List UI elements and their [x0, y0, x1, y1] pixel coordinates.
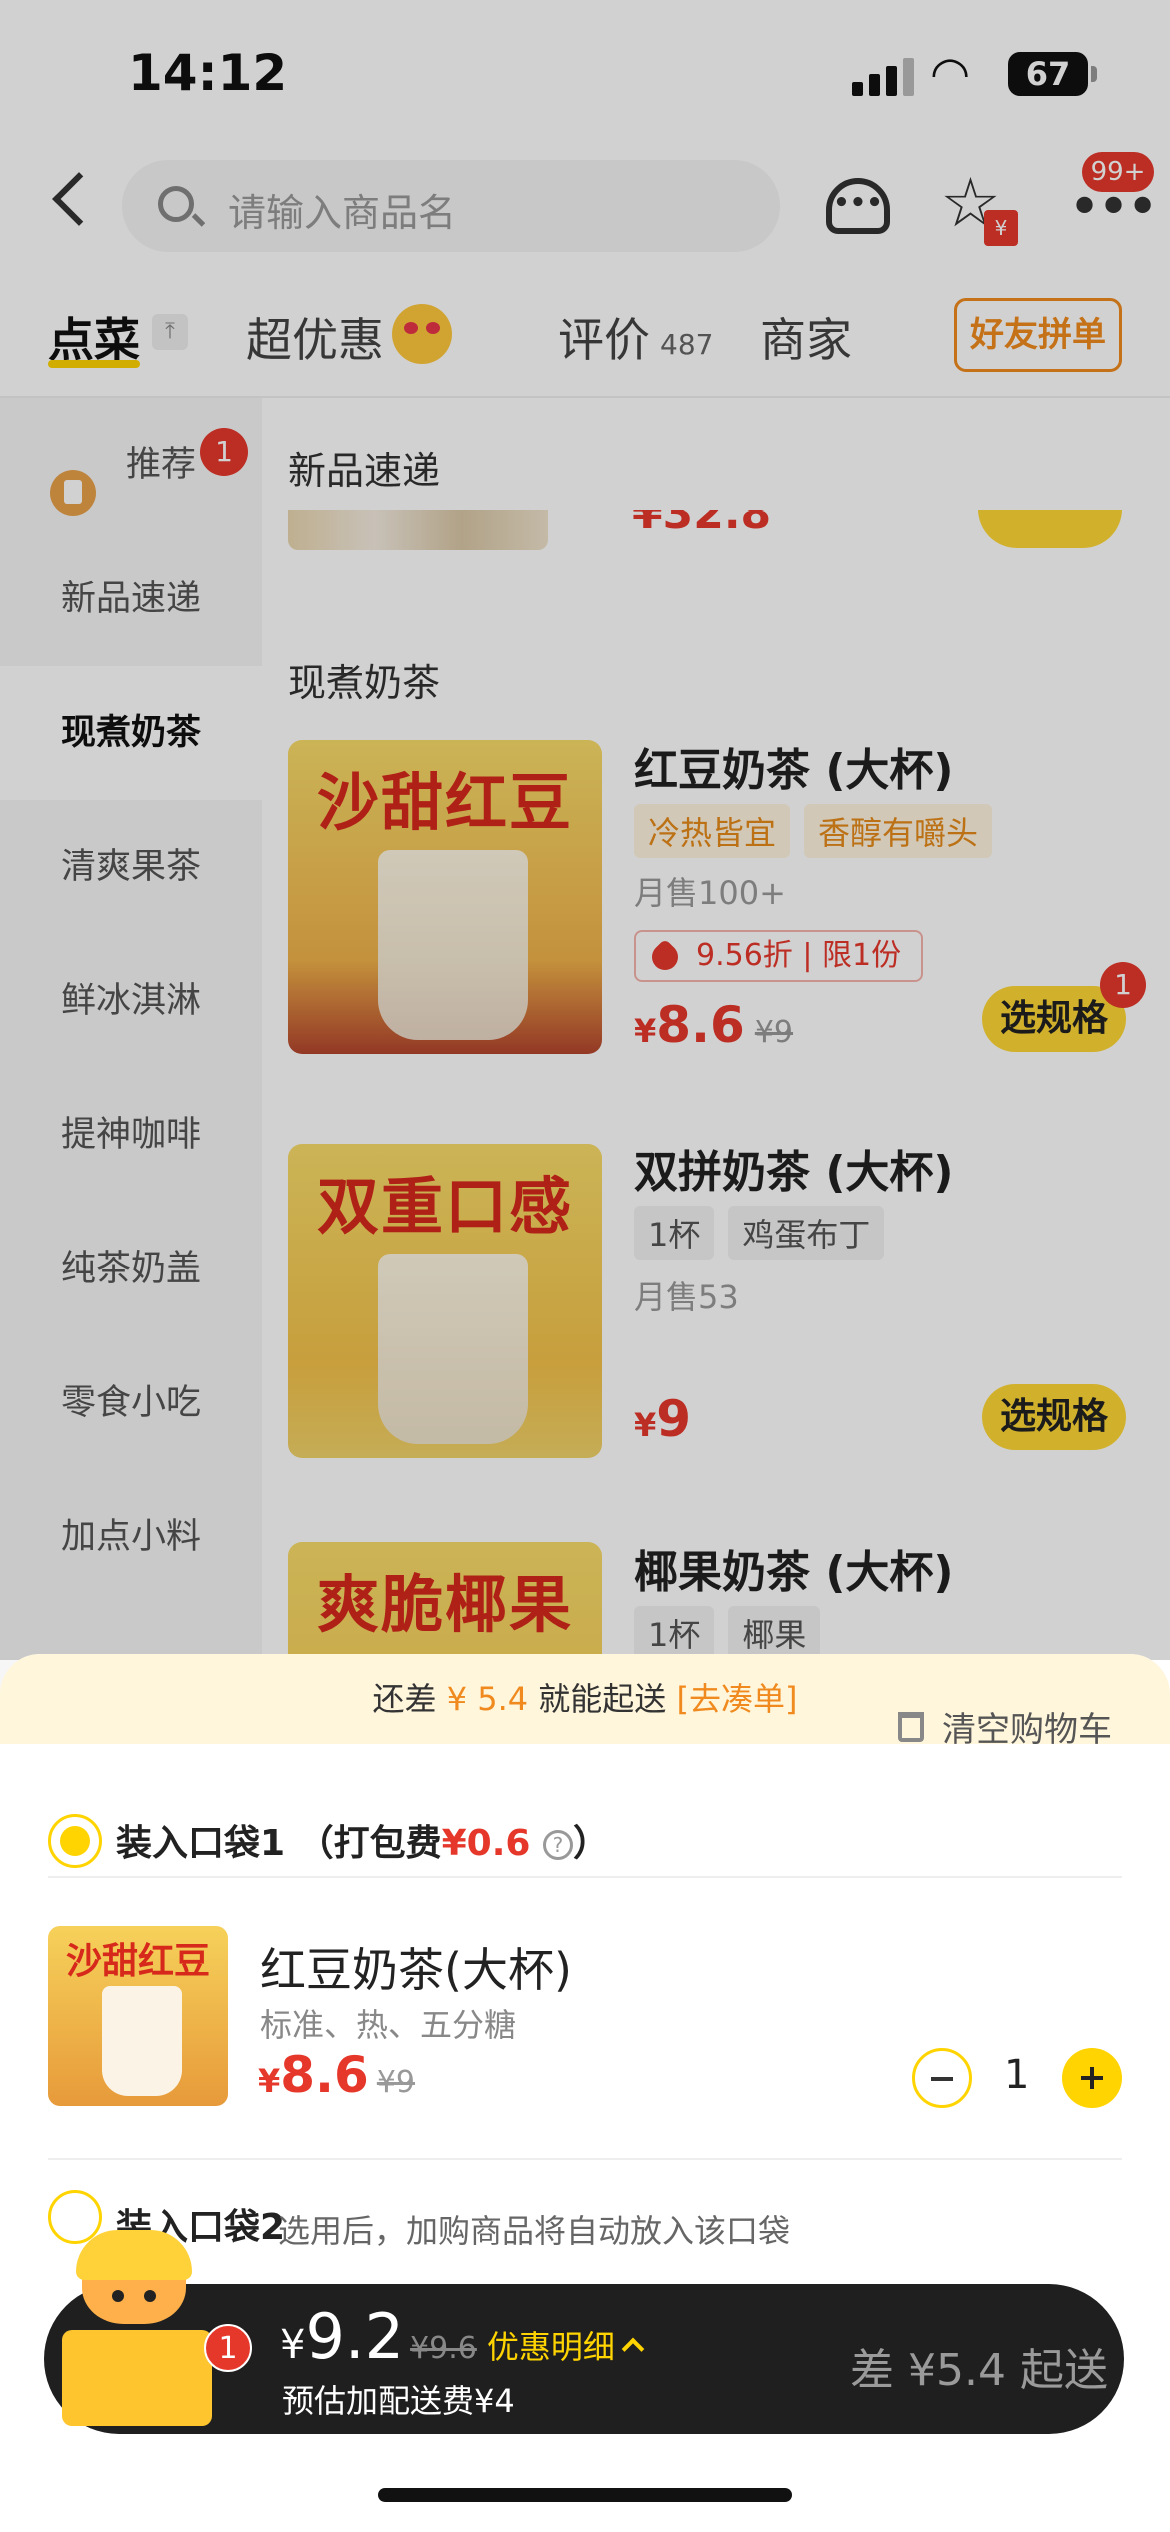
cart-item-image: 沙甜红豆 [48, 1926, 228, 2106]
cart-item-price: ¥8.6 ¥9 [258, 2046, 416, 2104]
quantity-value: 1 [1004, 2052, 1030, 2098]
cart-count-badge: 1 [204, 2324, 252, 2372]
add-more-link[interactable]: [去凑单] [676, 1680, 797, 1718]
product-slogan: 沙甜红豆 [65, 1941, 210, 1982]
bag1-label: 装入口袋1 （打包费¥0.6 ?） [116, 1823, 609, 1864]
divider [48, 2158, 1122, 2160]
cart-panel: 还差 ¥ 5.4 就能起送 [去凑单] 装入口袋1 （打包费¥0.6 ?） 清空… [0, 1654, 1170, 2532]
increase-quantity-button[interactable] [1062, 2048, 1122, 2108]
divider [48, 1876, 1122, 1878]
cart-total: ¥9.2 ¥9.6 优惠明细 [280, 2300, 641, 2373]
min-order-status: 差 ¥5.4 起送 [850, 2345, 1108, 2396]
discount-detail-link[interactable]: 优惠明细 [487, 2328, 641, 2366]
home-indicator[interactable] [378, 2488, 792, 2502]
cart-item-spec: 标准、热、五分糖 [260, 2006, 517, 2044]
help-icon[interactable]: ? [542, 1830, 573, 1860]
clear-cart-button[interactable]: 清空购物车 [898, 1702, 1112, 1751]
decrease-quantity-button[interactable] [912, 2048, 972, 2108]
delivery-mascot-cart-icon[interactable] [52, 2230, 216, 2426]
modal-backdrop[interactable] [0, 0, 1170, 1660]
bag1-radio[interactable] [48, 1814, 102, 1868]
bag2-note: 选用后，加购商品将自动放入该口袋 [278, 2212, 791, 2250]
delivery-fee: 预估加配送费¥4 [282, 2382, 515, 2420]
cart-item-name: 红豆奶茶(大杯) [260, 1943, 572, 1997]
